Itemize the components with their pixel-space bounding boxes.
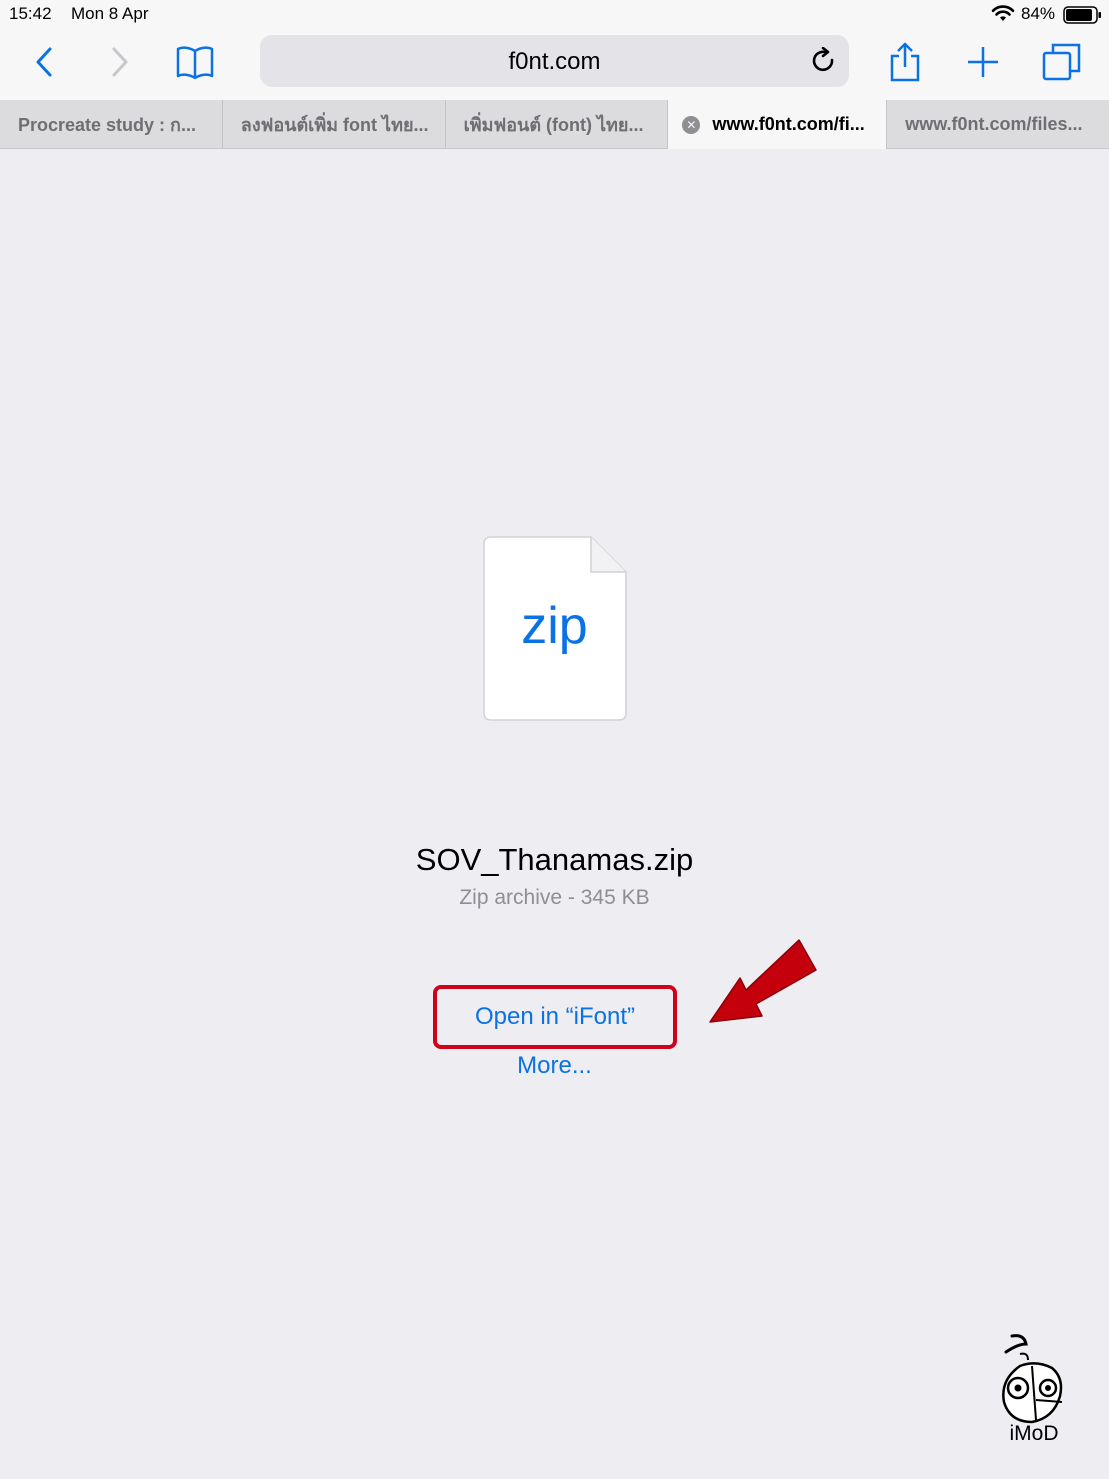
tab-procreate[interactable]: Procreate study : ก... [0, 100, 223, 148]
open-in-ifont-button[interactable]: Open in “iFont” [433, 985, 677, 1049]
reload-icon[interactable] [811, 46, 837, 80]
url-text[interactable]: f0nt.com [260, 48, 849, 76]
tab-label: Procreate study : ก... [18, 114, 196, 135]
tab-f0nt-files[interactable]: www.f0nt.com/files... [887, 100, 1109, 148]
file-extension-label: zip [521, 597, 588, 655]
tab-label: ลงฟอนต์เพิ่ม font ไทย... [240, 114, 429, 135]
share-icon[interactable] [880, 40, 930, 84]
tabs-icon[interactable] [1037, 40, 1087, 84]
browser-toolbar: f0nt.com [0, 30, 1109, 100]
tab-bar: Procreate study : ก... ลงฟอนต์เพิ่ม font… [0, 100, 1109, 149]
imod-watermark: iMoD [996, 1330, 1072, 1450]
file-name: SOV_Thanamas.zip [415, 842, 694, 877]
tab-label: เพิ่มฟอนต์ (font) ไทย... [463, 114, 644, 135]
watermark-text: iMoD [1009, 1422, 1059, 1445]
bookmarks-icon[interactable] [170, 40, 220, 84]
tab-close-icon[interactable]: ✕ [682, 115, 701, 134]
status-time: 15:42 [9, 4, 52, 23]
tab-font-thai-2[interactable]: เพิ่มฟอนต์ (font) ไทย... [446, 100, 669, 148]
more-button: More... [0, 1052, 1109, 1080]
imod-logo-icon [1002, 1334, 1063, 1424]
status-date: Mon 8 Apr [71, 4, 149, 23]
status-bar: 15:42 Mon 8 Apr 84% [0, 0, 1109, 30]
more-link[interactable]: More... [517, 1052, 592, 1079]
tab-label: www.f0nt.com/files... [905, 113, 1083, 134]
forward-icon[interactable] [95, 40, 145, 84]
wifi-icon [991, 5, 1015, 28]
address-bar[interactable]: f0nt.com [260, 35, 849, 87]
red-arrow-icon [704, 938, 820, 1037]
tab-active[interactable]: ✕ www.f0nt.com/fi... [668, 100, 888, 149]
back-icon[interactable] [19, 40, 69, 84]
new-tab-icon[interactable] [958, 40, 1008, 84]
tab-font-thai-1[interactable]: ลงฟอนต์เพิ่ม font ไทย... [223, 100, 446, 148]
file-meta: Zip archive - 345 KB [459, 886, 650, 909]
battery-percent: 84% [1021, 4, 1056, 23]
battery-icon [1063, 6, 1103, 29]
tab-label: www.f0nt.com/fi... [712, 114, 865, 134]
